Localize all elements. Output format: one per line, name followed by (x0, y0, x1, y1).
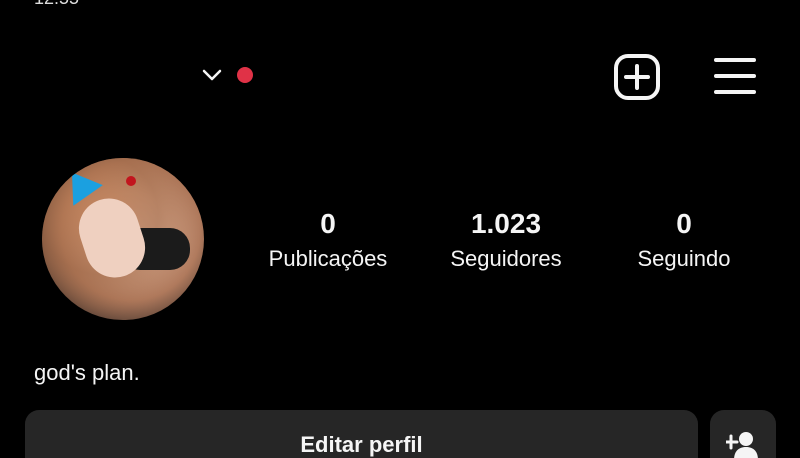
add-person-icon (726, 432, 758, 458)
following-label: Seguindo (637, 246, 731, 271)
hamburger-menu-icon (714, 58, 756, 94)
chevron-down-icon (202, 69, 222, 81)
account-switcher-chevron[interactable] (200, 63, 224, 87)
profile-bio: god's plan. (34, 360, 140, 385)
status-bar: 12:55 (0, 0, 800, 8)
following-count: 0 (676, 208, 692, 239)
stat-following[interactable]: 0 Seguindo (604, 206, 764, 274)
status-time: 12:55 (34, 0, 79, 9)
new-post-button[interactable] (612, 52, 662, 102)
discover-people-button[interactable] (710, 410, 776, 458)
followers-count: 1.023 (470, 208, 542, 239)
posts-count: 0 (320, 208, 336, 239)
profile-header (0, 45, 800, 105)
posts-label: Publicações (268, 246, 388, 271)
menu-button[interactable] (712, 54, 758, 98)
followers-label: Seguidores (450, 246, 562, 271)
stat-followers[interactable]: 1.023 Seguidores (426, 206, 586, 274)
avatar-photo-detail (126, 176, 136, 186)
stat-posts[interactable]: 0 Publicações (248, 206, 408, 274)
plus-square-icon (614, 54, 660, 100)
notification-dot (237, 67, 253, 83)
edit-profile-button[interactable]: Editar perfil (25, 410, 698, 458)
profile-avatar[interactable] (42, 158, 204, 320)
